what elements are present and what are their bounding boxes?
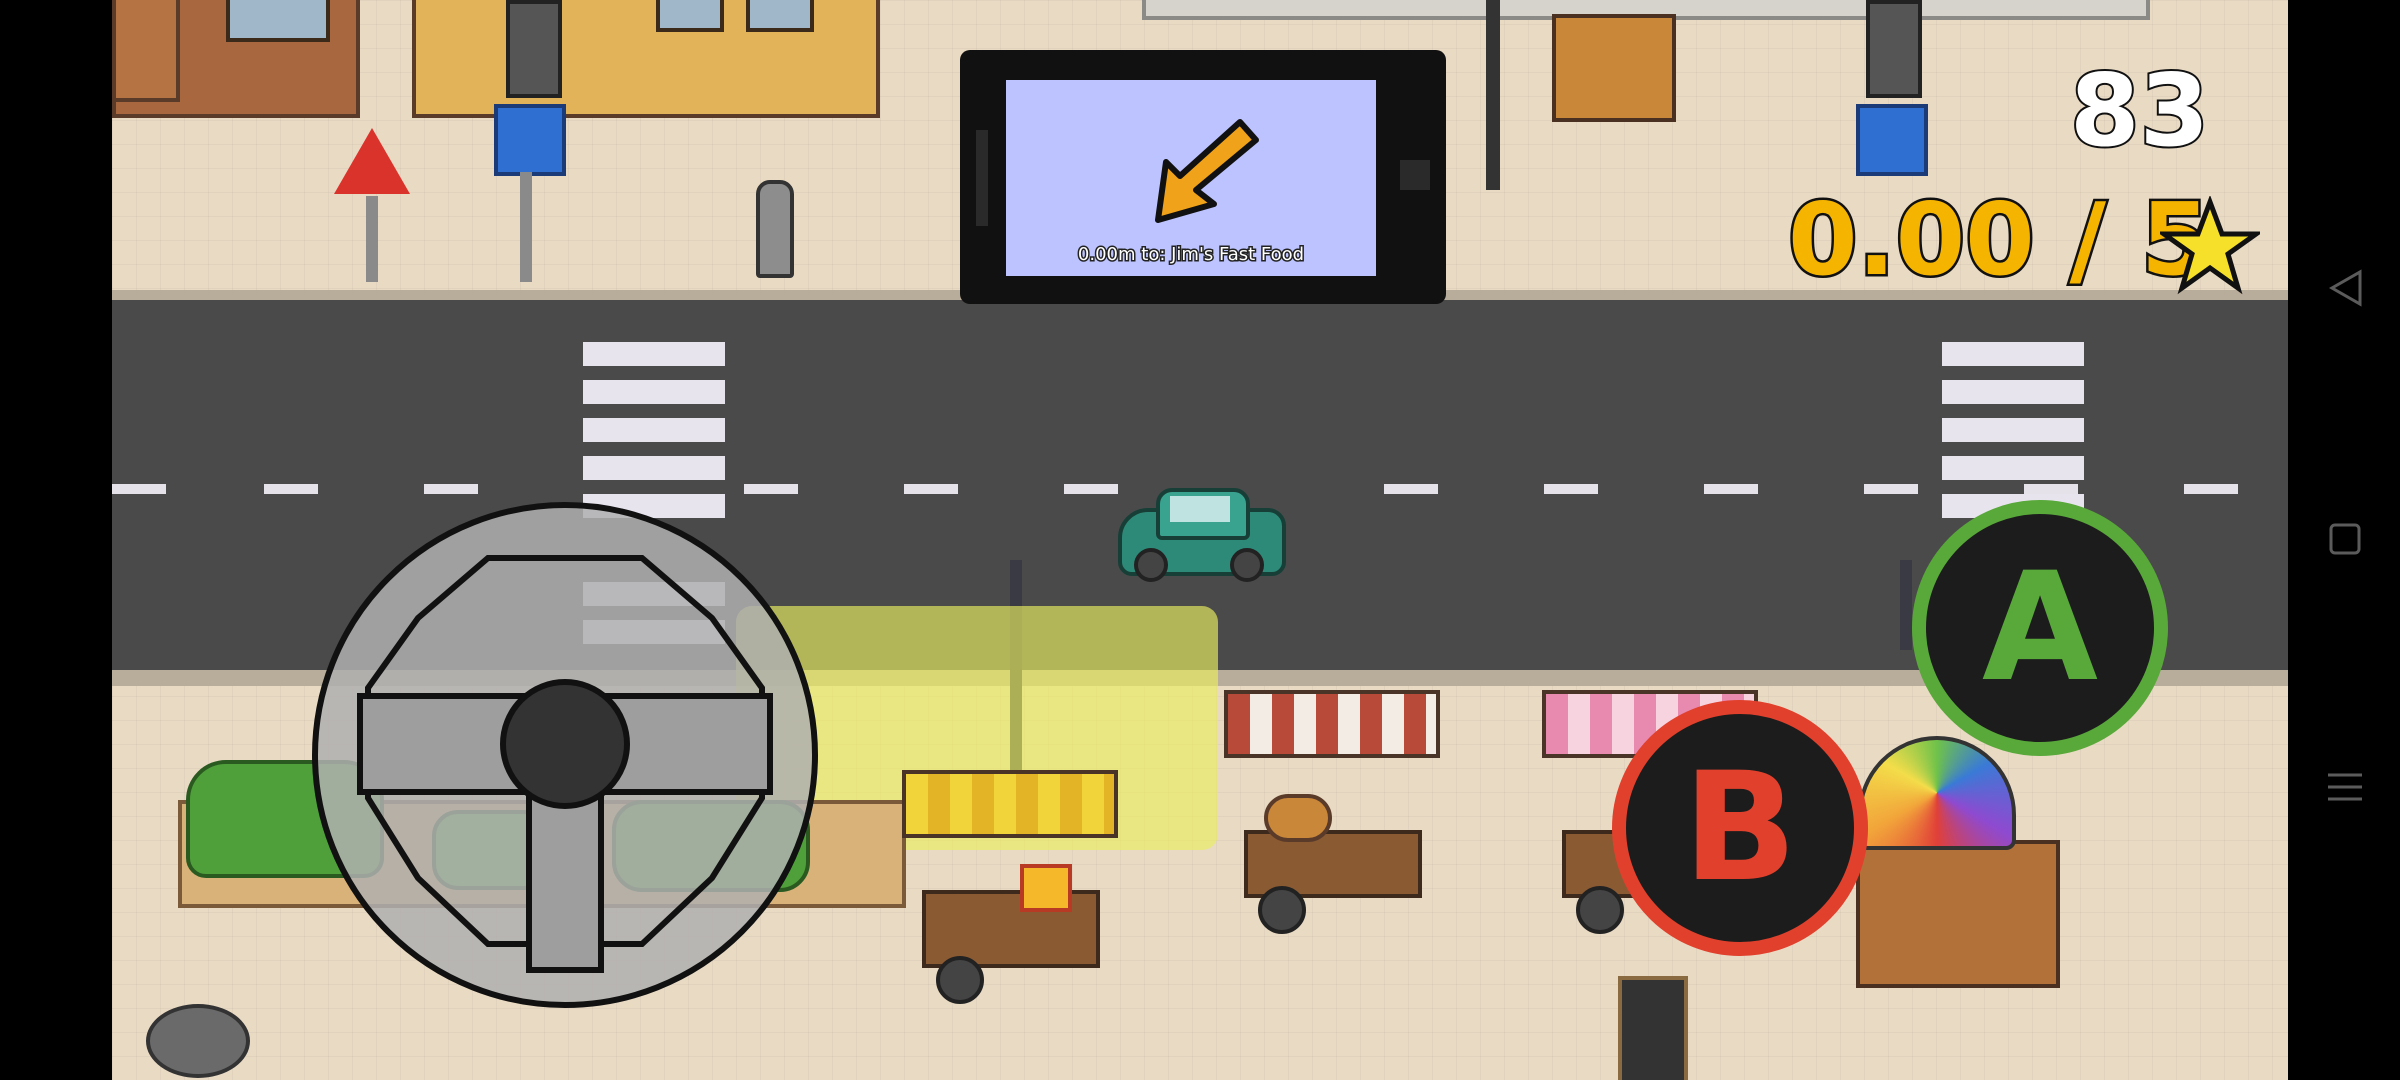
manhole (146, 1004, 250, 1078)
menu-board (1618, 976, 1688, 1080)
system-navigation-bar (2288, 0, 2400, 1080)
lane-dash (904, 484, 958, 494)
b-button-label: B (1682, 741, 1798, 915)
navigator-phone: 0.00m to: Jim's Fast Food (960, 50, 1446, 304)
phone-button (1400, 160, 1430, 190)
pie (1264, 794, 1332, 842)
a-button[interactable]: A (1912, 500, 2168, 756)
street-lamp (1486, 0, 1500, 190)
street-lamp (1900, 560, 1912, 650)
car-wheel (1134, 548, 1168, 582)
crossing-sign (1856, 104, 1928, 176)
door (112, 0, 180, 102)
lane-dash (2184, 484, 2238, 494)
building-left (112, 0, 360, 118)
awning (1224, 690, 1440, 758)
lane-dash (1864, 484, 1918, 494)
flower-cart (1856, 840, 2060, 988)
lane-dash (1064, 484, 1118, 494)
window (746, 0, 814, 32)
b-button[interactable]: B (1612, 700, 1868, 956)
steering-wheel-icon[interactable] (308, 498, 822, 1012)
home-square-icon[interactable] (2328, 522, 2362, 556)
back-triangle-icon[interactable] (2328, 268, 2364, 308)
sign-pole (520, 172, 532, 282)
cart-wheel (936, 956, 984, 1004)
sign-pole (366, 196, 378, 282)
bench (1552, 14, 1676, 122)
lane-dash (1384, 484, 1438, 494)
crosswalk-stripe (1942, 418, 2084, 442)
lane-dash (112, 484, 166, 494)
arrow-down-left-icon (1155, 119, 1259, 223)
crosswalk-stripe (583, 380, 725, 404)
building-yellow (412, 0, 880, 118)
lane-dash (1544, 484, 1598, 494)
traffic-light (506, 0, 562, 98)
a-button-label: A (1981, 541, 2099, 715)
fries (1020, 864, 1072, 912)
cart-wheel (1576, 886, 1624, 934)
crosswalk-stripe (583, 418, 725, 442)
score: 0.00 / 5 (1785, 181, 2212, 298)
crosswalk-stripe (583, 456, 725, 480)
navigator-screen: 0.00m to: Jim's Fast Food (1006, 80, 1376, 276)
window (656, 0, 724, 32)
recents-lines-icon[interactable] (2326, 770, 2364, 804)
crossing-sign (494, 104, 566, 176)
player-car (1118, 488, 1286, 582)
cart-wheel (1258, 886, 1306, 934)
lane-dash (264, 484, 318, 494)
lane-dash (2024, 484, 2078, 494)
traffic-light (1866, 0, 1922, 98)
awning (902, 770, 1118, 838)
lane-dash (1704, 484, 1758, 494)
pie-stall (1224, 690, 1444, 934)
distance-text: 0.00m to: Jim's Fast Food (1076, 243, 1305, 267)
lane-dash (744, 484, 798, 494)
crosswalk-stripe (1942, 342, 2084, 366)
lane-dash (424, 484, 478, 494)
warning-sign (334, 128, 410, 194)
phone-speaker (976, 130, 988, 226)
crosswalk-stripe (583, 342, 725, 366)
car-window (1170, 496, 1230, 522)
crosswalk-stripe (1942, 456, 2084, 480)
umbrella (1858, 736, 2016, 850)
bollard (756, 180, 794, 278)
game-viewport[interactable]: 83 0.00 / 5 0.00m to: Jim's Fast Food A … (112, 0, 2288, 1080)
window (226, 0, 330, 42)
cart (922, 890, 1100, 968)
crosswalk-stripe (1942, 380, 2084, 404)
star-icon (2160, 196, 2260, 295)
timer: 83 (2068, 52, 2211, 169)
car-wheel (1230, 548, 1264, 582)
fries-stall (902, 770, 1122, 1010)
